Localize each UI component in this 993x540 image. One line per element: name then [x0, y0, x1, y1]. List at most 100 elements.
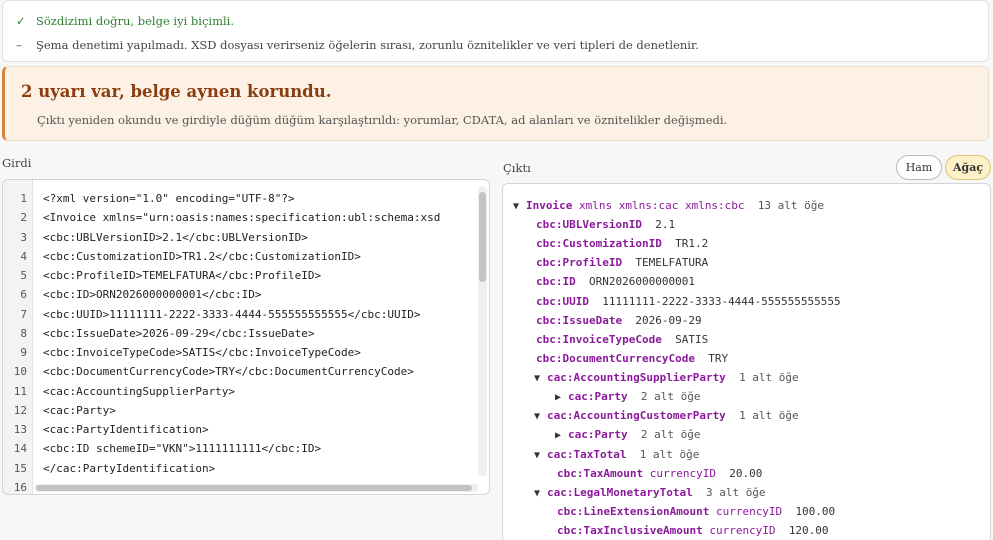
horizontal-scrollbar[interactable] [34, 484, 478, 492]
tree-node-tag: cbc:InvoiceTypeCode [536, 332, 662, 346]
collapse-arrow-icon[interactable]: ▼ [513, 197, 526, 216]
tree-node-value: 100.00 [795, 504, 836, 518]
tree-node: cbc:DocumentCurrencyCode TRY [536, 349, 728, 368]
tree-node-tag: cbc:IssueDate [536, 313, 623, 327]
tree-node: cbc:UUID 11111111-2222-3333-4444-5555555… [536, 292, 841, 311]
tree-node: cbc:IssueDate 2026-09-29 [536, 311, 702, 330]
tree-node-tag: cbc:ProfileID [536, 256, 623, 270]
tree-node: cbc:ID ORN2026000000001 [536, 272, 695, 291]
tree-node: cbc:TaxAmount currencyID 20.00 [557, 464, 762, 483]
tree-node-value: 2026-09-29 [635, 313, 702, 327]
tree-node[interactable]: ▼ cac:AccountingSupplierParty 1 alt öğe [534, 368, 799, 387]
code-line: <cac:AccountingSupplierParty> [43, 384, 236, 398]
tree-node-tag: cbc:UUID [536, 294, 589, 308]
syntax-ok-line: ✓ Sözdizimi doğru, belge iyi biçimli. [16, 14, 234, 28]
syntax-ok-text: Sözdizimi doğru, belge iyi biçimli. [36, 14, 234, 28]
expand-arrow-icon[interactable]: ▶ [555, 388, 568, 407]
schema-note-line: – Şema denetimi yapılmadı. XSD dosyası ve… [16, 38, 699, 52]
tree-node-child-count: 3 alt öğe [705, 485, 766, 499]
tree-node[interactable]: ▼ cac:TaxTotal 1 alt öğe [534, 445, 699, 464]
tree-node: cbc:TaxInclusiveAmount currencyID 120.00 [557, 521, 829, 540]
line-number: 15 [13, 461, 27, 475]
tree-node-tag: cac:Party [568, 428, 628, 442]
line-number: 13 [13, 423, 27, 436]
warning-title: 2 uyarı var, belge aynen korundu. [21, 82, 332, 101]
tree-node[interactable]: ▶ cac:Party 2 alt öğe [555, 387, 700, 406]
line-number: 8 [20, 326, 27, 340]
tree-node-tag: cac:Party [568, 390, 628, 404]
code-line: </cac:PartyIdentification> [43, 461, 216, 475]
collapse-arrow-icon[interactable]: ▼ [534, 484, 547, 503]
tree-node: cbc:InvoiceTypeCode SATIS [536, 330, 708, 349]
tree-node-child-count: 1 alt öğe [739, 409, 799, 423]
tree-node-attributes: currencyID [709, 524, 776, 538]
dash-icon: – [16, 38, 22, 52]
line-number: 14 [13, 442, 27, 456]
tree-node[interactable]: ▼ cac:AccountingCustomerParty 1 alt öğe [534, 406, 799, 425]
tree-view-button[interactable]: Ağaç [945, 155, 991, 180]
tree-node-value: 2.1 [655, 218, 676, 232]
collapse-arrow-icon[interactable]: ▼ [534, 369, 547, 388]
code-line: <cac:Party> [43, 403, 116, 417]
tree-node-tag: cbc:ID [536, 275, 576, 289]
xml-input-editor[interactable]: 1 2 3 4 5 6 7 8 9 10 11 12 13 14 15 16 <?xml version="1… [2, 179, 490, 495]
tree-node-value: 11111111-2222-3333-4444-555555555555 [602, 294, 841, 308]
validation-status-panel: ✓ Sözdizimi doğru, belge iyi biçimli. – Şe… [2, 0, 989, 62]
line-number: 9 [20, 346, 27, 359]
schema-note-text: Şema denetimi yapılmadı. XSD dosyası ver… [36, 38, 699, 52]
line-number: 5 [20, 269, 27, 282]
code-line: <cbc:UUID>11111111-2222-3333-4444-555555… [43, 307, 421, 321]
vertical-scroll-thumb[interactable] [479, 192, 486, 282]
tree-node-child-count: 2 alt öğe [640, 428, 701, 442]
code-line: <cbc:ID>ORN2026000000001</cbc:ID> [43, 288, 262, 302]
tree-node-value: SATIS [675, 332, 709, 346]
line-number: 1 [20, 192, 27, 205]
collapse-arrow-icon[interactable]: ▼ [534, 407, 547, 426]
collapse-arrow-icon[interactable]: ▼ [534, 446, 547, 465]
line-number: 2 [20, 211, 27, 225]
tree-node-value: 120.00 [788, 524, 829, 538]
warning-panel: 2 uyarı var, belge aynen korundu. Çıktı … [2, 66, 989, 141]
tree-node-child-count: 13 alt öğe [757, 199, 825, 212]
line-number: 3 [20, 230, 27, 244]
tree-node-value: TR1.2 [675, 237, 709, 251]
tree-node-tag: cbc:TaxAmount [557, 466, 644, 480]
code-line: <cbc:ID schemeID="VKN">1111111111</cbc:I… [43, 442, 322, 456]
tree-node: cbc:ProfileID TEMELFATURA [536, 253, 708, 272]
vertical-scrollbar[interactable] [478, 186, 487, 476]
line-number: 10 [13, 365, 27, 379]
tree-node-value: TRY [708, 351, 729, 365]
tree-node[interactable]: ▶ cac:Party 2 alt öğe [555, 425, 700, 444]
tree-node-attributes: currencyID [715, 504, 783, 518]
tree-node-tag: Invoice [526, 199, 573, 212]
code-line: <cbc:UBLVersionID>2.1</cbc:UBLVersionID> [43, 230, 308, 244]
line-number: 16 [13, 480, 27, 494]
tree-node-tag: cac:AccountingCustomerParty [547, 409, 726, 423]
tree-node-value: ORN2026000000001 [589, 275, 695, 289]
line-number: 6 [20, 288, 27, 302]
tree-node[interactable]: ▼ cac:LegalMonetaryTotal 3 alt öğe [534, 483, 766, 502]
tree-node: cbc:CustomizationID TR1.2 [536, 234, 708, 253]
line-number-gutter: 1 2 3 4 5 6 7 8 9 10 11 12 13 14 15 16 [3, 180, 33, 494]
tree-node-tag: cbc:UBLVersionID [536, 218, 642, 232]
code-line: <cbc:IssueDate>2026-09-29</cbc:IssueDate… [43, 326, 315, 340]
horizontal-scroll-thumb[interactable] [36, 485, 472, 491]
tree-node-tag: cbc:TaxInclusiveAmount [557, 524, 703, 538]
tree-node: cbc:LineExtensionAmount currencyID 100.0… [557, 502, 835, 521]
tree-node-attributes: xmlns xmlns:cac xmlns:cbc [578, 199, 745, 212]
line-number: 11 [13, 384, 27, 398]
tree-node-attributes: currencyID [649, 466, 716, 480]
output-label: Çıktı [503, 161, 531, 175]
tree-node[interactable]: ▼ Invoice xmlns xmlns:cac xmlns:cbc 13 al… [513, 196, 824, 215]
tree-node-child-count: 1 alt öğe [639, 447, 700, 461]
code-line: <cbc:CustomizationID>TR1.2</cbc:Customiz… [43, 249, 361, 263]
line-number: 4 [20, 249, 27, 263]
xml-tree-view: ▼ Invoice xmlns xmlns:cac xmlns:cbc 13 al… [502, 183, 991, 540]
expand-arrow-icon[interactable]: ▶ [555, 426, 568, 445]
tree-node-tag: cbc:CustomizationID [536, 237, 662, 251]
raw-view-button[interactable]: Ham [896, 155, 942, 180]
code-line: <cbc:ProfileID>TEMELFATURA</cbc:ProfileI… [43, 269, 322, 282]
tree-node-child-count: 1 alt öğe [739, 371, 799, 385]
code-line: <Invoice xmlns="urn:oasis:names:specific… [43, 211, 441, 225]
code-line: <cac:PartyIdentification> [43, 423, 209, 436]
